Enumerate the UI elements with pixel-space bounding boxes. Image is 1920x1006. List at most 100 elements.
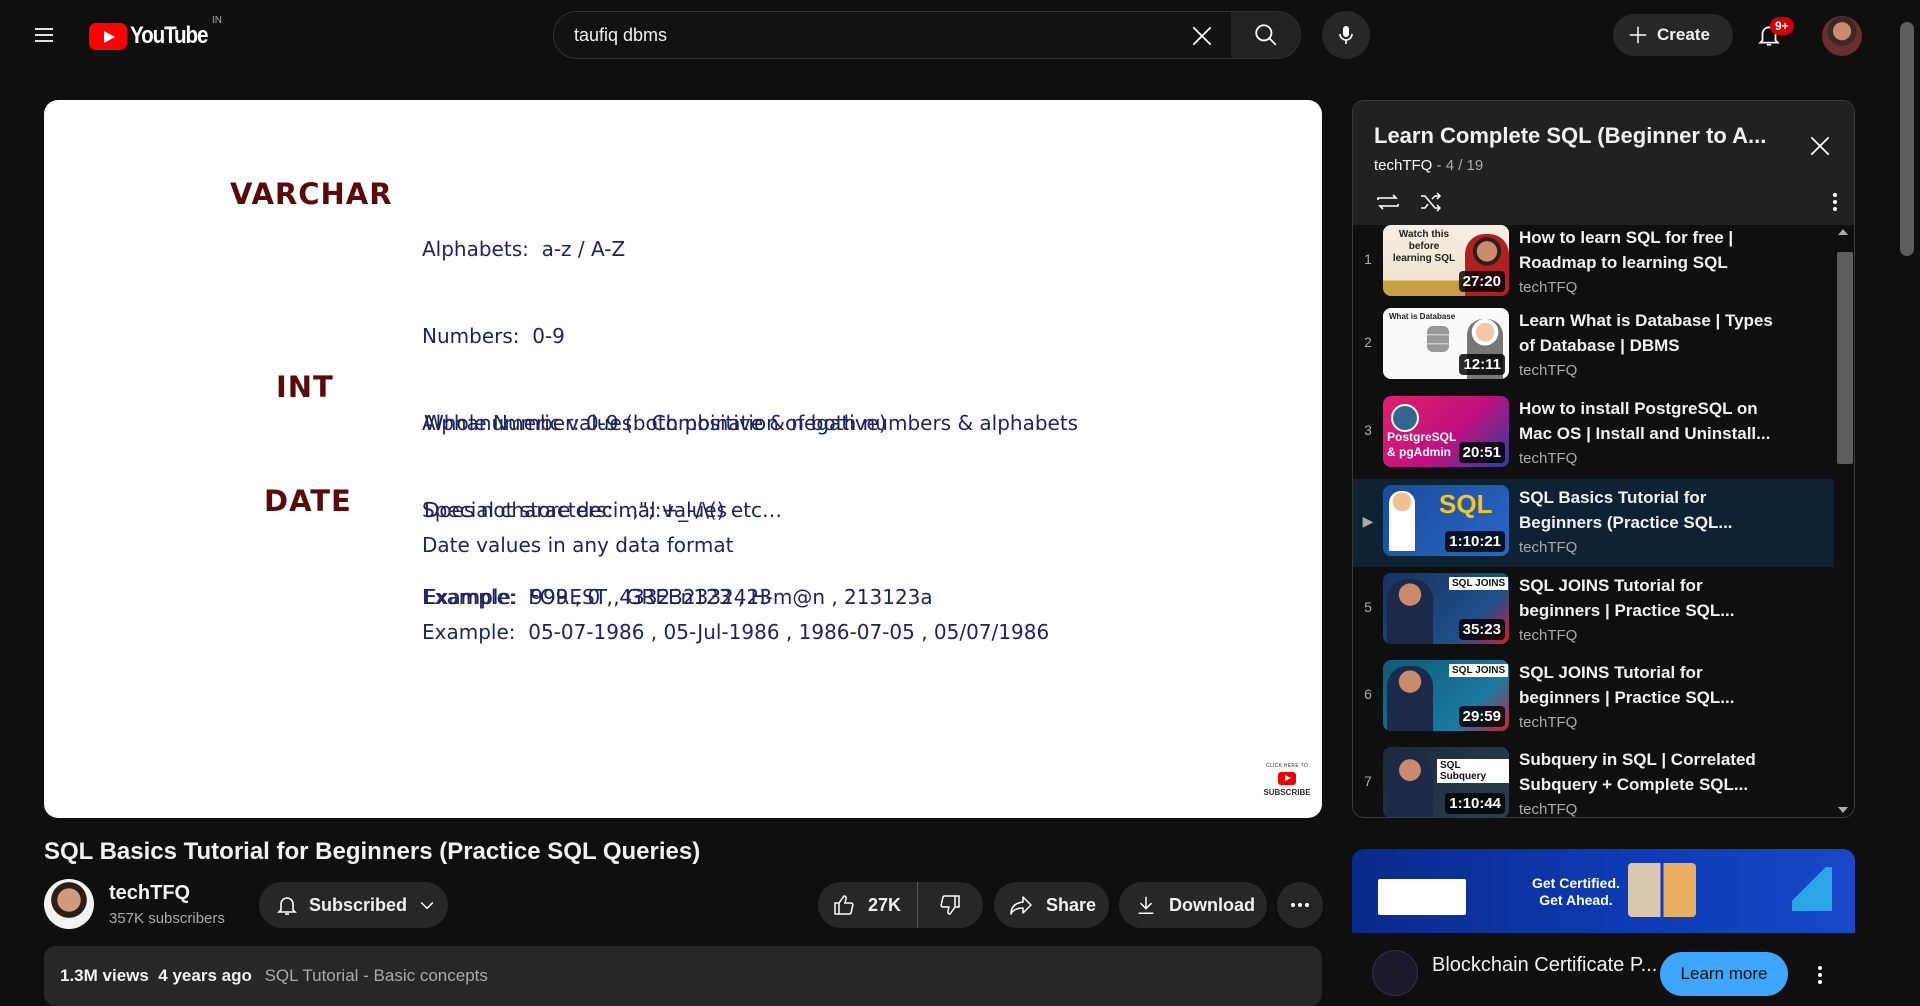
ad-menu-button[interactable] bbox=[1808, 960, 1832, 990]
search-button[interactable] bbox=[1231, 11, 1301, 59]
playlist-item[interactable]: 1 Watch this before learning SQL 27:20 H… bbox=[1353, 225, 1834, 313]
guide-menu-button[interactable] bbox=[24, 15, 64, 55]
share-icon bbox=[1010, 896, 1032, 915]
description-tag[interactable]: SQL Tutorial - Basic concepts bbox=[265, 966, 488, 985]
playlist-item-thumbnail[interactable]: PostgreSQL & pgAdmin 20:51 bbox=[1383, 396, 1509, 467]
playlist-item[interactable]: 7 SQL Subquery 1:10:44 Subquery in SQL |… bbox=[1353, 747, 1834, 817]
youtube-logo[interactable]: YouTube IN bbox=[89, 15, 222, 51]
close-icon bbox=[1810, 136, 1830, 156]
now-playing-icon: ▶ bbox=[1362, 513, 1374, 529]
subscribe-watermark-bottom: SUBSCRIBE bbox=[1263, 788, 1311, 797]
subscribe-watermark[interactable]: CLICK HERE TO SUBSCRIBE bbox=[1257, 763, 1317, 797]
playlist-item[interactable]: 2 What is Database 12:11 Learn What is D… bbox=[1353, 308, 1834, 396]
more-vertical-icon bbox=[1833, 193, 1837, 211]
shuffle-playlist-button[interactable] bbox=[1416, 187, 1446, 217]
database-icon bbox=[1427, 326, 1449, 352]
subscribed-button[interactable]: Subscribed bbox=[259, 882, 448, 928]
slide-line: Alphabets: a-z / A-Z bbox=[422, 237, 626, 261]
ad-banner[interactable]: Get Certified. Get Ahead. bbox=[1352, 849, 1855, 933]
playlist-item[interactable]: 5 SQL JOINS 35:23 SQL JOINS Tutorial for… bbox=[1353, 573, 1834, 661]
account-avatar[interactable] bbox=[1822, 16, 1862, 56]
playlist-item-title[interactable]: How to learn SQL for free | Roadmap to l… bbox=[1519, 225, 1779, 275]
playlist-item-thumbnail[interactable]: SQL Subquery 1:10:44 bbox=[1383, 747, 1509, 817]
download-button[interactable]: Download bbox=[1119, 882, 1267, 928]
ad-brand-mark bbox=[1792, 867, 1832, 911]
clear-search-button[interactable] bbox=[1183, 17, 1221, 55]
create-label: Create bbox=[1657, 25, 1710, 44]
slide-date-label: DATE bbox=[264, 484, 352, 518]
playlist-item-title[interactable]: Learn What is Database | Types of Databa… bbox=[1519, 308, 1779, 358]
presenter-figure bbox=[1387, 755, 1433, 817]
slide-line: Example: 05-07-1986 , 05-Jul-1986 , 1986… bbox=[422, 620, 1050, 644]
ad-certificate-image bbox=[1378, 879, 1466, 915]
scroll-down-arrow-icon[interactable] bbox=[1838, 807, 1848, 813]
like-count: 27K bbox=[868, 894, 902, 915]
playlist-scroll-thumb[interactable] bbox=[1837, 252, 1853, 464]
playlist-item-title[interactable]: Subquery in SQL | Correlated Subquery + … bbox=[1519, 747, 1779, 797]
video-title: SQL Basics Tutorial for Beginners (Pract… bbox=[44, 838, 701, 865]
loop-playlist-button[interactable] bbox=[1373, 187, 1403, 217]
presenter-figure bbox=[1387, 579, 1433, 644]
playlist-title[interactable]: Learn Complete SQL (Beginner to A... bbox=[1374, 123, 1779, 149]
playlist-item-title[interactable]: SQL Basics Tutorial for Beginners (Pract… bbox=[1519, 485, 1779, 535]
close-icon bbox=[1192, 26, 1212, 46]
ad-learn-more-button[interactable]: Learn more bbox=[1660, 952, 1788, 996]
playlist-header: Learn Complete SQL (Beginner to A... tec… bbox=[1353, 101, 1854, 225]
playlist-channel[interactable]: techTFQ bbox=[1374, 157, 1432, 174]
like-button[interactable]: 27K bbox=[818, 882, 918, 928]
chevron-down-icon bbox=[420, 901, 434, 910]
search-input[interactable] bbox=[574, 24, 1134, 46]
channel-name[interactable]: techTFQ bbox=[109, 882, 190, 905]
page-scrollbar-thumb[interactable] bbox=[1900, 22, 1914, 256]
playlist-item-thumbnail[interactable]: Watch this before learning SQL 27:20 bbox=[1383, 225, 1509, 296]
thumbnail-caption: SQL JOINS bbox=[1449, 664, 1509, 677]
more-actions-button[interactable] bbox=[1277, 882, 1323, 928]
playlist-item-current[interactable]: ▶ SQL 1:10:21 SQL Basics Tutorial for Be… bbox=[1353, 479, 1834, 567]
playlist-item-channel: techTFQ bbox=[1519, 362, 1578, 379]
playlist-panel: Learn Complete SQL (Beginner to A... tec… bbox=[1352, 100, 1855, 818]
playlist-item-channel: techTFQ bbox=[1519, 627, 1578, 644]
voice-search-button[interactable] bbox=[1322, 11, 1370, 59]
playlist-item-thumbnail[interactable]: What is Database 12:11 bbox=[1383, 308, 1509, 379]
playlist-item-thumbnail[interactable]: SQL JOINS 29:59 bbox=[1383, 660, 1509, 731]
playlist-item-index: 1 bbox=[1364, 251, 1372, 267]
playlist-item-channel: techTFQ bbox=[1519, 539, 1578, 556]
slide-varchar-label: VARCHAR bbox=[230, 177, 393, 211]
masthead: YouTube IN Create 9+ bbox=[0, 0, 1920, 70]
playlist-menu-button[interactable] bbox=[1820, 187, 1850, 217]
presenter-figure bbox=[1387, 666, 1433, 731]
playlist-item-title[interactable]: SQL JOINS Tutorial for beginners | Pract… bbox=[1519, 573, 1779, 623]
video-player[interactable]: VARCHAR Alphabets: a-z / A-Z Numbers: 0-… bbox=[44, 100, 1322, 818]
close-playlist-button[interactable] bbox=[1805, 131, 1835, 161]
share-label: Share bbox=[1046, 894, 1097, 915]
channel-avatar[interactable] bbox=[44, 879, 94, 929]
view-count: 1.3M views bbox=[60, 966, 149, 985]
create-button[interactable]: Create bbox=[1613, 14, 1733, 56]
upload-age: 4 years ago bbox=[158, 966, 252, 985]
ad-advertiser-logo[interactable] bbox=[1372, 950, 1418, 996]
playlist-item-title[interactable]: How to install PostgreSQL on Mac OS | In… bbox=[1519, 396, 1779, 446]
playlist-item[interactable]: 3 PostgreSQL & pgAdmin 20:51 How to inst… bbox=[1353, 396, 1834, 484]
duration-badge: 20:51 bbox=[1458, 442, 1505, 463]
description-box[interactable]: 1.3M views 4 years ago SQL Tutorial - Ba… bbox=[44, 946, 1322, 1006]
thumbnail-caption: SQL Subquery bbox=[1437, 759, 1509, 783]
playlist-item-thumbnail[interactable]: SQL JOINS 35:23 bbox=[1383, 573, 1509, 644]
thumbnail-caption: What is Database bbox=[1389, 312, 1456, 321]
playlist-items[interactable]: 1 Watch this before learning SQL 27:20 H… bbox=[1353, 225, 1854, 817]
subscribed-label: Subscribed bbox=[309, 894, 408, 915]
slide-line: Whole Number: 0-9 (both positive & negat… bbox=[424, 411, 887, 435]
ad-title[interactable]: Blockchain Certificate P... bbox=[1432, 954, 1657, 977]
share-button[interactable]: Share bbox=[994, 882, 1109, 928]
scroll-up-arrow-icon[interactable] bbox=[1838, 229, 1848, 235]
dislike-button[interactable] bbox=[918, 882, 982, 928]
playlist-item-title[interactable]: SQL JOINS Tutorial for beginners | Pract… bbox=[1519, 660, 1779, 710]
playlist-item-thumbnail[interactable]: SQL 1:10:21 bbox=[1383, 485, 1509, 556]
duration-badge: 35:23 bbox=[1458, 619, 1505, 640]
thumbnail-caption: PostgreSQL & pgAdmin bbox=[1387, 430, 1457, 459]
notification-badge: 9+ bbox=[1770, 17, 1794, 35]
playlist-item[interactable]: 6 SQL JOINS 29:59 SQL JOINS Tutorial for… bbox=[1353, 660, 1834, 748]
playlist-item-index: 5 bbox=[1364, 599, 1372, 615]
presenter-figure bbox=[1389, 491, 1415, 551]
playlist-item-channel: techTFQ bbox=[1519, 279, 1578, 296]
duration-badge: 1:10:21 bbox=[1445, 531, 1505, 552]
